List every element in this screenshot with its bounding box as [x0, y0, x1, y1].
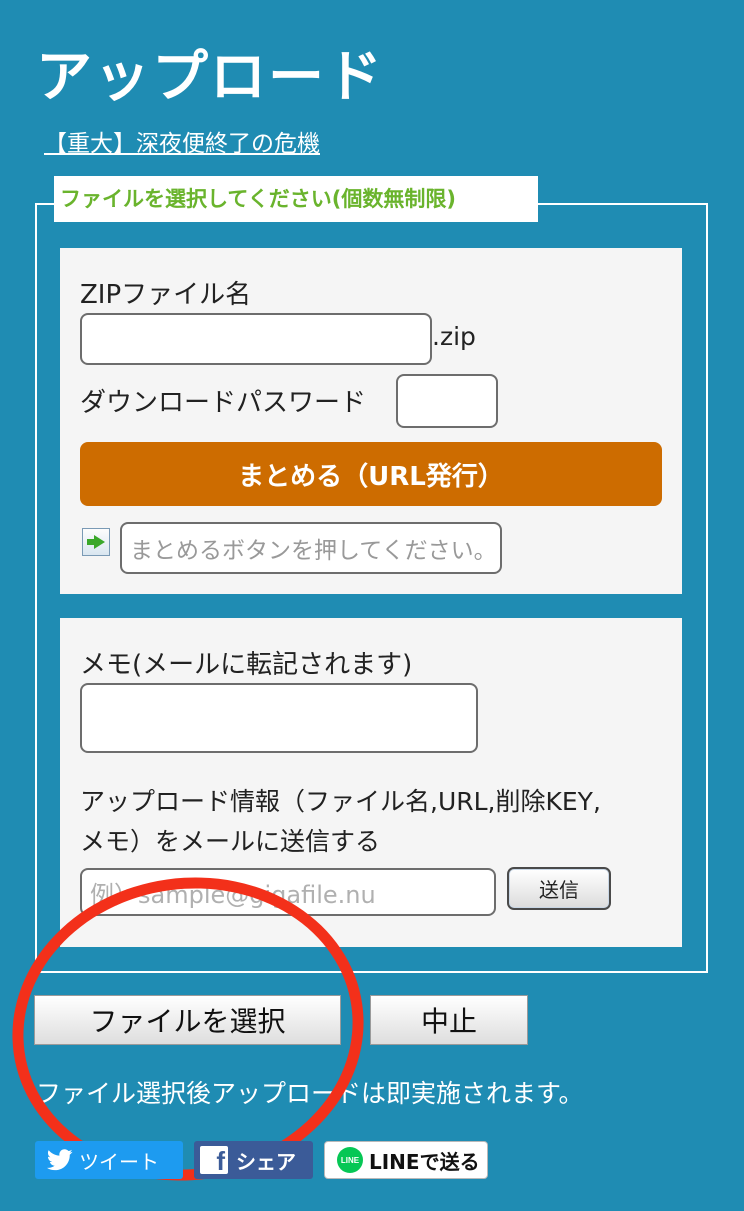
zip-name-label: ZIPファイル名 [80, 280, 252, 310]
line-icon: LINE [337, 1147, 363, 1173]
line-share-button[interactable]: LINE LINEで送る [324, 1141, 488, 1179]
twitter-bird-icon [47, 1149, 73, 1171]
facebook-share-button[interactable]: f シェア [194, 1141, 313, 1179]
memo-label: メモ(メールに転記されます) [80, 650, 413, 680]
arrow-right-icon [82, 528, 110, 556]
password-label: ダウンロードパスワード [80, 388, 367, 418]
password-input[interactable] [396, 374, 498, 428]
email-input[interactable]: 例）sample@gigafile.nu [80, 868, 496, 916]
zip-suffix: .zip [432, 322, 476, 351]
mail-info-line1: アップロード情報（ファイル名,URL,削除KEY, [80, 787, 601, 816]
facebook-icon: f [200, 1146, 228, 1174]
mail-info-line2: メモ）をメールに送信する [80, 827, 381, 856]
zip-panel: ZIPファイル名 .zip ダウンロードパスワード まとめる（URL発行） まと… [60, 248, 682, 594]
bundle-result-field[interactable]: まとめるボタンを押してください。 [120, 522, 502, 574]
send-button[interactable]: 送信 [507, 867, 611, 910]
memo-panel: メモ(メールに転記されます) アップロード情報（ファイル名,URL,削除KEY,… [60, 618, 682, 947]
notice-link[interactable]: 【重大】深夜便終了の危機 [44, 124, 320, 158]
memo-input[interactable] [80, 683, 478, 753]
facebook-label: シェア [236, 1149, 296, 1174]
zip-name-input[interactable] [80, 313, 432, 365]
stop-button[interactable]: 中止 [370, 995, 528, 1045]
line-label: LINEで送る [369, 1149, 480, 1174]
upload-note: ファイル選択後アップロードは即実施されます。 [36, 1079, 584, 1108]
tweet-button[interactable]: ツイート [35, 1141, 183, 1179]
select-file-button[interactable]: ファイルを選択 [34, 995, 341, 1045]
tweet-label: ツイート [79, 1149, 159, 1174]
bundle-button[interactable]: まとめる（URL発行） [80, 442, 662, 506]
upload-page: アップロード 【重大】深夜便終了の危機 ファイルを選択してください(個数無制限)… [0, 0, 744, 1211]
page-title: アップロード [36, 45, 384, 110]
fieldset-legend: ファイルを選択してください(個数無制限) [54, 176, 538, 222]
